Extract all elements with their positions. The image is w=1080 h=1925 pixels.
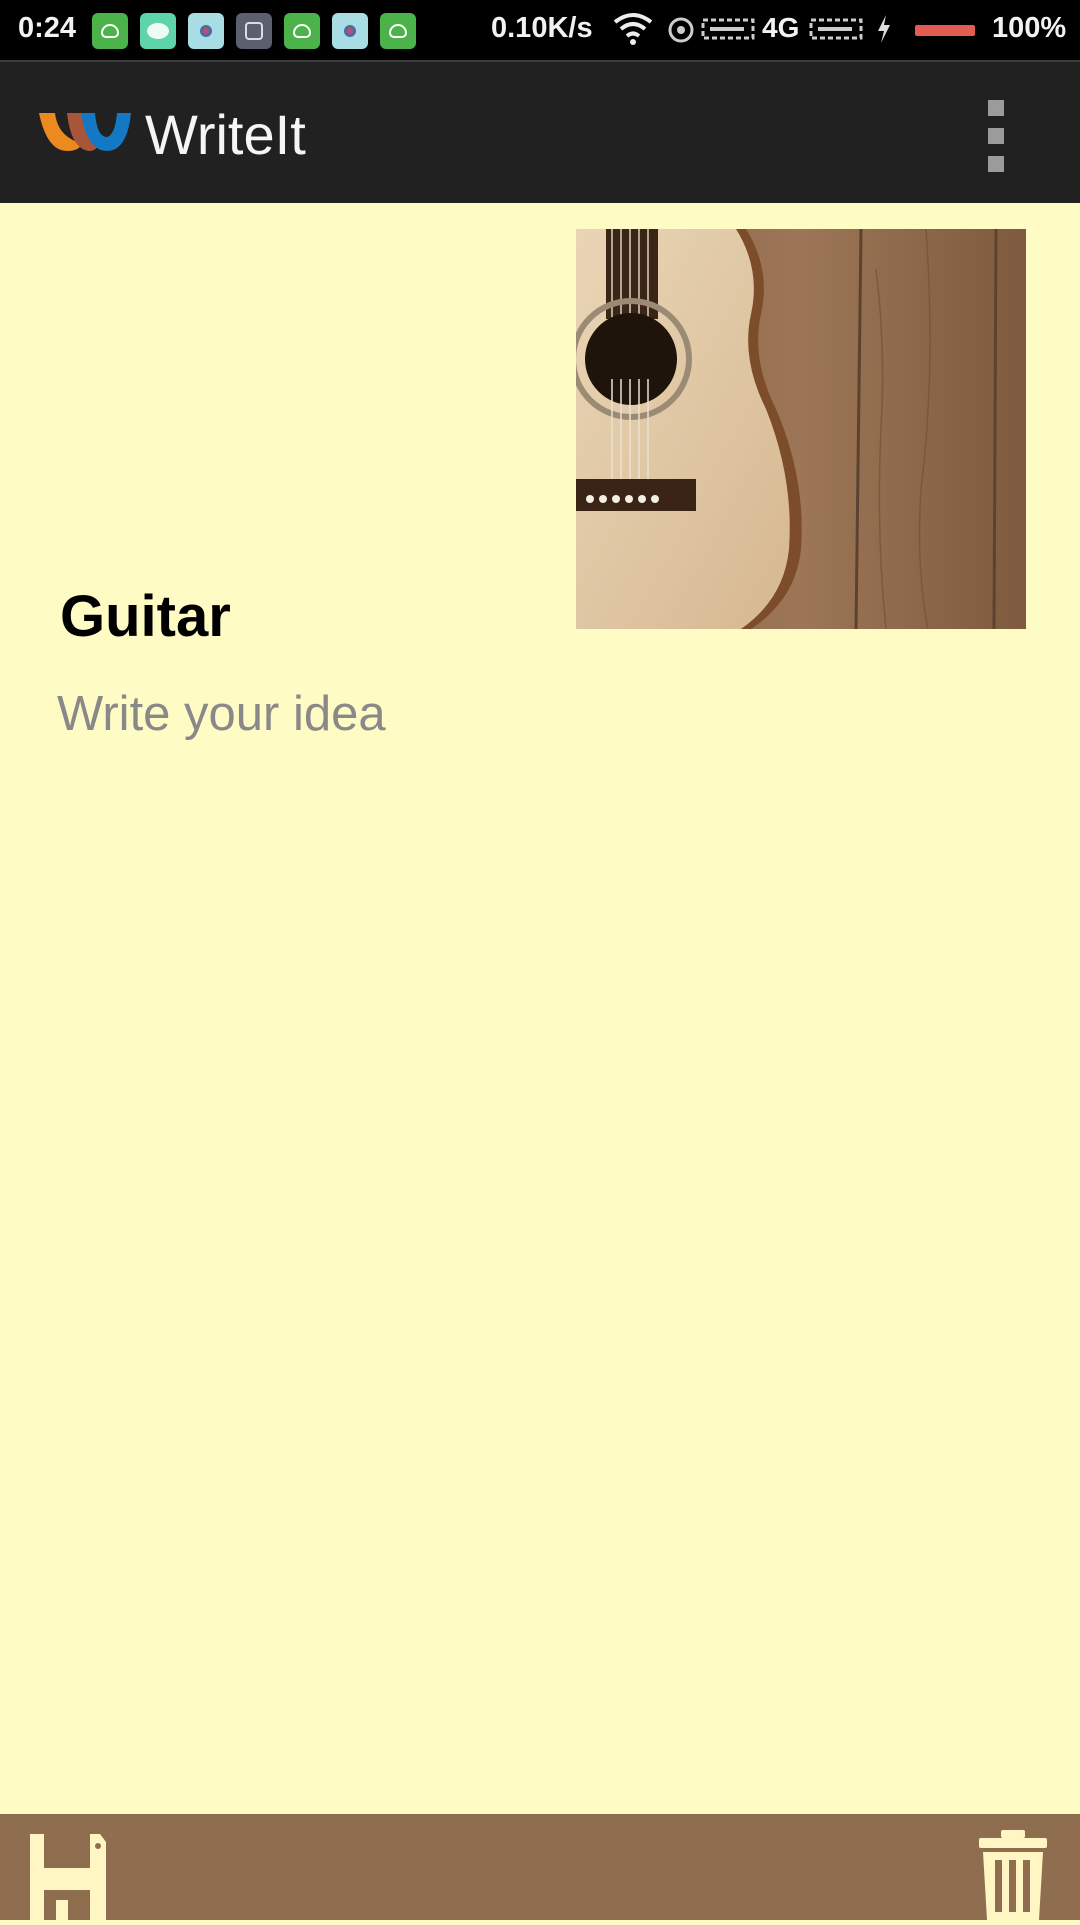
save-button[interactable] xyxy=(26,1828,110,1920)
wifi-icon xyxy=(613,13,653,45)
save-icon xyxy=(30,1834,106,1920)
android-icon xyxy=(284,13,320,49)
status-bar: 0:24 0.10K/s 4G 100% xyxy=(0,0,1080,60)
android-icon xyxy=(380,13,416,49)
writeit-logo xyxy=(39,113,131,151)
app-title: WriteIt xyxy=(145,103,306,166)
app-bar: WriteIt xyxy=(0,60,1080,203)
signal-icon xyxy=(701,18,755,40)
battery-level-bar xyxy=(915,25,975,36)
pinwheel-icon xyxy=(332,13,368,49)
bottom-bar xyxy=(0,1814,1080,1920)
status-time: 0:24 xyxy=(18,12,77,44)
android-icon xyxy=(92,13,128,49)
note-title[interactable]: Guitar xyxy=(60,583,231,650)
note-body-input[interactable] xyxy=(57,686,957,742)
app-icon xyxy=(236,13,272,49)
sync-icon xyxy=(668,17,694,43)
network-type: 4G xyxy=(762,12,800,43)
battery-percentage: 100% xyxy=(992,12,1067,44)
network-speed: 0.10K/s xyxy=(491,12,593,44)
signal-icon-secondary xyxy=(809,18,863,40)
wechat-icon xyxy=(140,13,176,49)
note-image-guitar[interactable] xyxy=(576,229,1026,629)
trash-icon xyxy=(979,1830,1047,1920)
charging-icon xyxy=(878,15,890,43)
more-vert-icon[interactable] xyxy=(978,100,1014,172)
delete-button[interactable] xyxy=(975,1828,1051,1920)
pinwheel-icon xyxy=(188,13,224,49)
